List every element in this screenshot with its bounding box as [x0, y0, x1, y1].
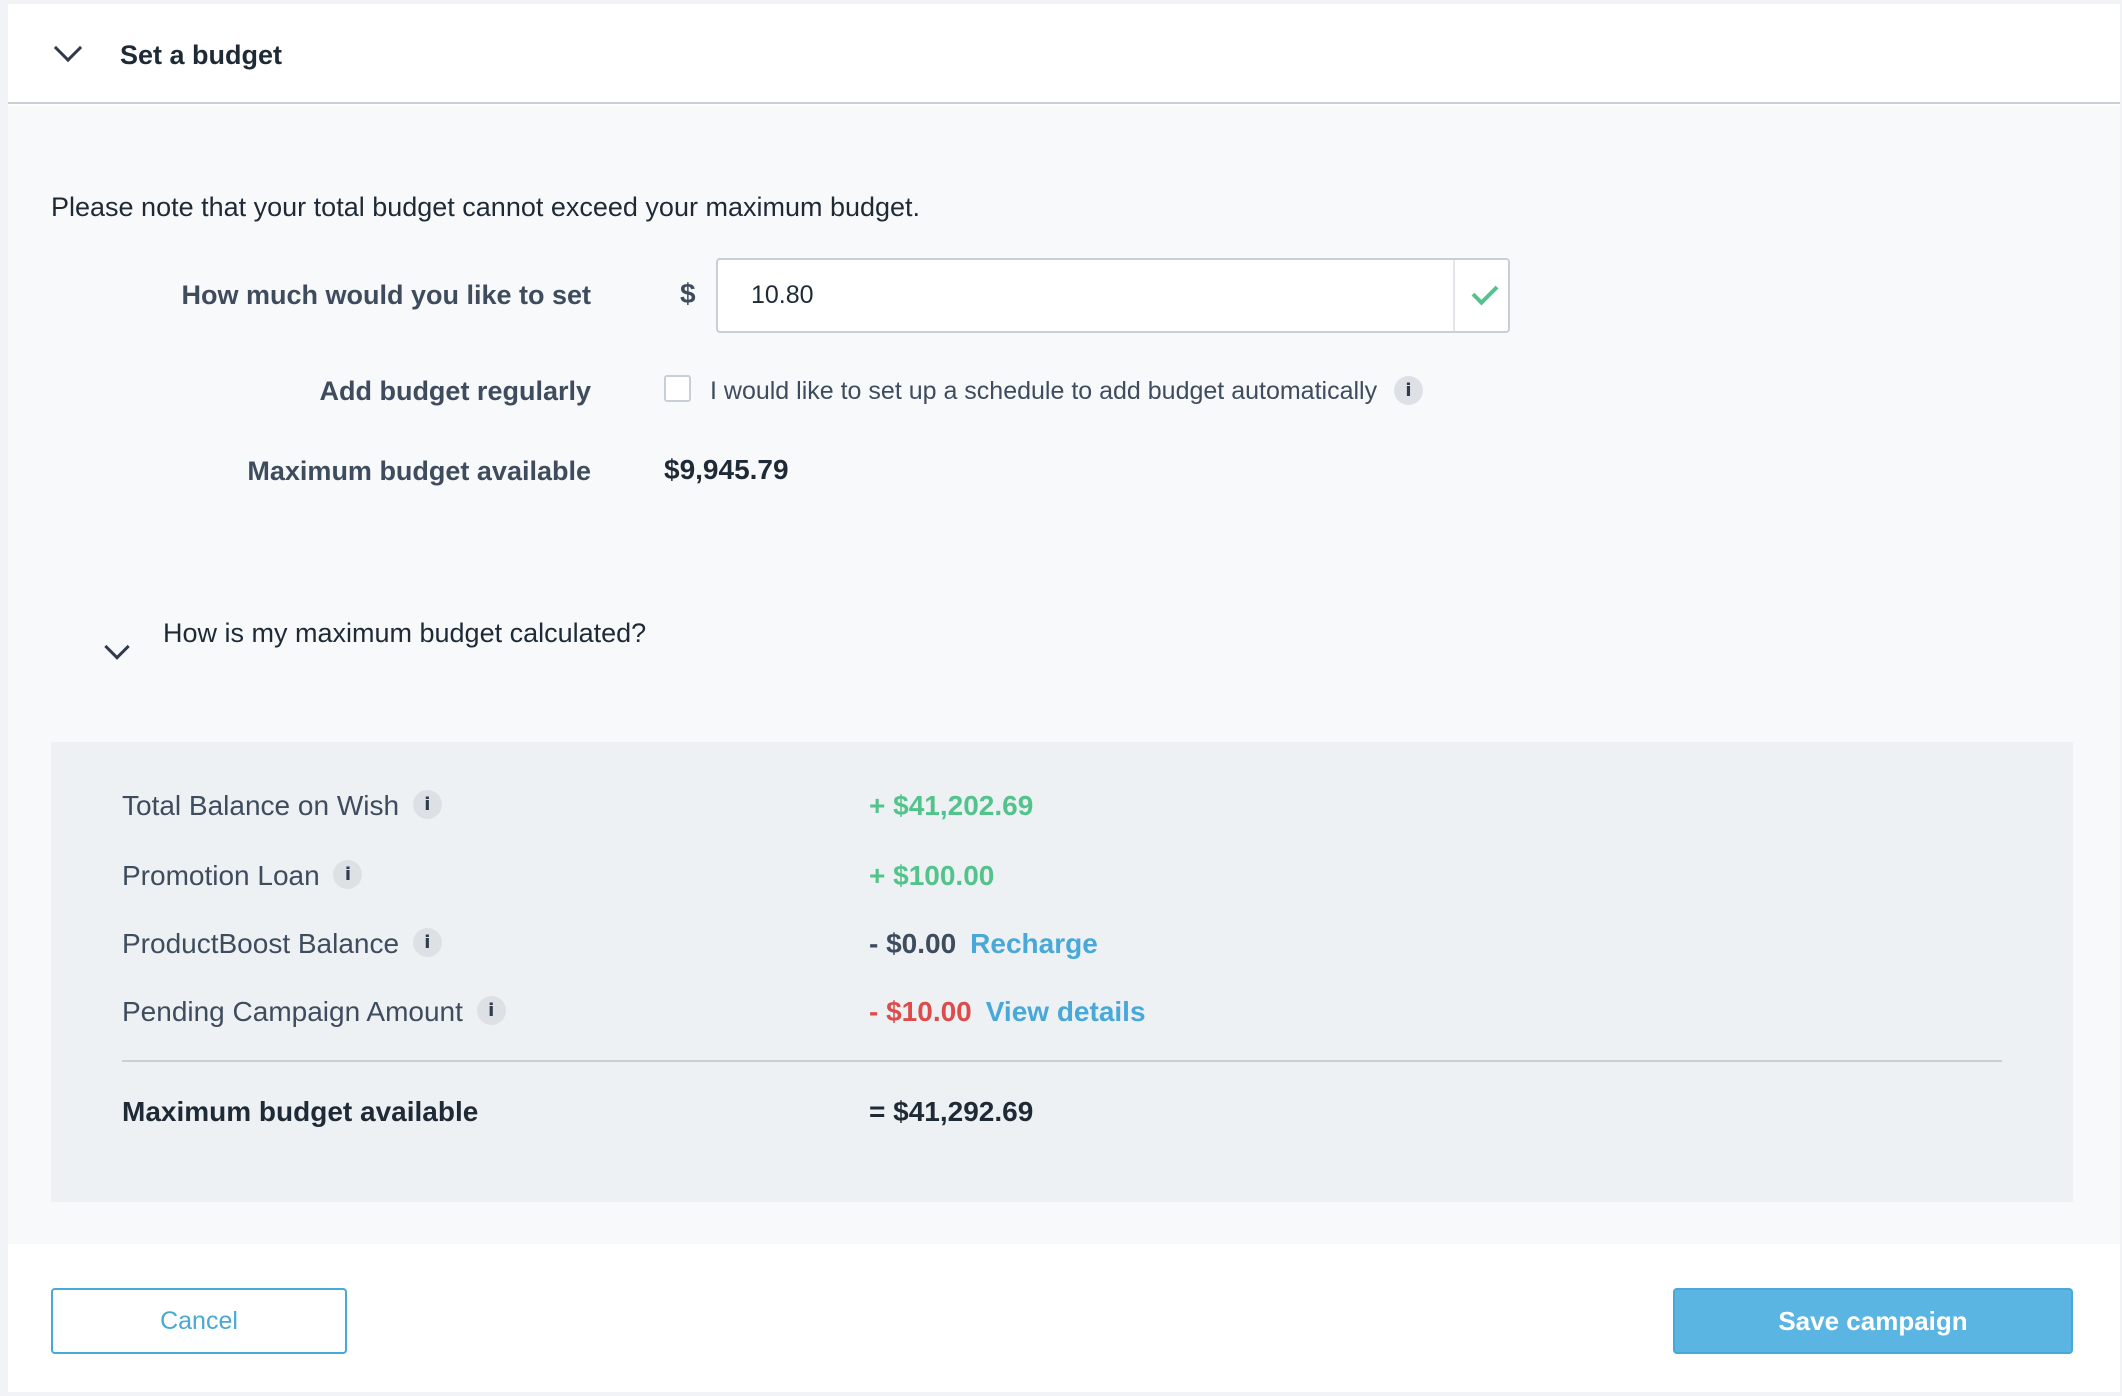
max-budget-label: Maximum budget available [247, 456, 591, 486]
calc-label-text: Promotion Loan [122, 860, 320, 891]
amount-input-wrapper [716, 258, 1510, 333]
calc-toggle-text[interactable]: How is my maximum budget calculated? [163, 618, 646, 649]
section-title: Set a budget [120, 40, 283, 70]
calc-total-value: = $41,292.69 [869, 1096, 1034, 1127]
budget-note: Please note that your total budget canno… [51, 192, 921, 222]
view-details-link[interactable]: View details [986, 996, 1146, 1027]
calculation-breakdown: Total Balance on Wish i + $41,202.69 Pro… [51, 742, 2073, 1202]
chevron-down-icon[interactable] [104, 634, 130, 660]
info-icon[interactable]: i [476, 996, 506, 1026]
schedule-checkbox[interactable] [664, 375, 691, 402]
calc-row-value: + $41,202.69 [869, 790, 1034, 821]
info-icon[interactable]: i [1394, 376, 1423, 405]
calc-row-label: Promotion Loan i [122, 860, 363, 892]
cancel-button[interactable]: Cancel [51, 1288, 347, 1354]
budget-amount-input[interactable] [718, 260, 1453, 331]
footer: Cancel Save campaign [8, 1244, 2120, 1392]
max-budget-value: $9,945.79 [664, 454, 789, 485]
info-icon[interactable]: i [333, 860, 363, 890]
budget-body: Please note that your total budget canno… [8, 106, 2120, 1244]
calc-divider [122, 1060, 2002, 1062]
calc-row-label: Total Balance on Wish i [122, 790, 442, 822]
calc-label-text: Pending Campaign Amount [122, 996, 463, 1027]
input-divider [1453, 260, 1455, 331]
calc-row-value-wrapper: - $0.00 Recharge [869, 928, 1098, 960]
save-campaign-button[interactable]: Save campaign [1673, 1288, 2073, 1354]
calc-row-value: + $100.00 [869, 860, 995, 891]
section-header[interactable]: Set a budget [8, 4, 2120, 104]
amount-label: How much would you like to set [181, 280, 591, 310]
calc-row-label: ProductBoost Balance i [122, 928, 442, 960]
chevron-down-icon[interactable] [53, 33, 83, 63]
calc-label-text: ProductBoost Balance [122, 928, 400, 959]
calc-row-label: Pending Campaign Amount i [122, 996, 506, 1028]
info-icon[interactable]: i [412, 928, 442, 958]
info-icon[interactable]: i [412, 790, 442, 820]
calc-row-value: - $10.00 [869, 996, 972, 1027]
budget-panel: Set a budget Please note that your total… [8, 4, 2120, 1392]
regular-budget-label: Add budget regularly [319, 376, 591, 406]
calc-row-value-wrapper: - $10.00 View details [869, 996, 1146, 1028]
calc-total-label: Maximum budget available [122, 1096, 479, 1127]
schedule-checkbox-label[interactable]: I would like to set up a schedule to add… [710, 377, 1377, 406]
currency-symbol: $ [680, 278, 696, 309]
recharge-link[interactable]: Recharge [970, 928, 1098, 959]
calc-label-text: Total Balance on Wish [122, 790, 400, 821]
calc-row-value: - $0.00 [869, 928, 957, 959]
check-icon [1471, 278, 1499, 306]
